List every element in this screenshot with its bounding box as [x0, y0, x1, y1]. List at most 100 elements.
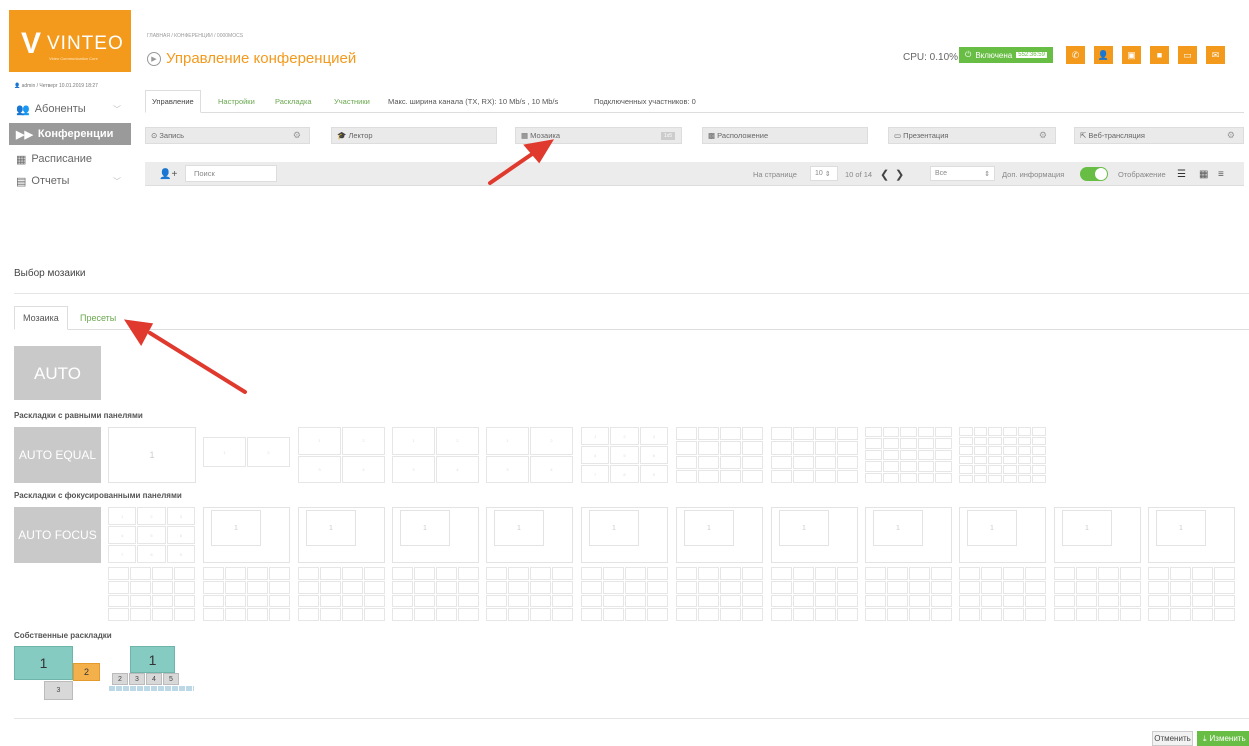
gear-icon[interactable]: ⚙ — [1227, 130, 1235, 141]
layout-cell — [581, 567, 602, 580]
mosaic-panel[interactable]: ▦ Мозаика 1x5 — [515, 127, 682, 144]
save-button[interactable]: ▣ — [1122, 46, 1141, 64]
layout-thumbnail[interactable] — [1148, 567, 1235, 621]
phone-icon: ✆ — [1071, 49, 1080, 60]
layout-cell — [882, 461, 900, 472]
tab-settings[interactable]: Настройки — [212, 90, 261, 113]
layout-cell — [436, 608, 457, 621]
layout-cell — [917, 427, 935, 438]
custom-layouts-title: Собственные раскладки — [14, 631, 112, 640]
custom-layout-1-panel[interactable]: 2 — [73, 663, 100, 681]
custom-layout-2-panel[interactable]: 4 — [146, 673, 162, 685]
sidebar-item-subscribers[interactable]: 👥 Абоненты ﹀ — [9, 98, 131, 120]
layout-thumbnail[interactable] — [771, 427, 858, 483]
layout-thumbnail[interactable] — [486, 567, 573, 621]
layout-thumbnail[interactable]: 123 456 789 — [108, 507, 195, 563]
compact-view-icon[interactable]: ≡ — [1218, 166, 1224, 183]
status-badge[interactable]: ⏻ Включена 552:36:59 — [959, 47, 1053, 63]
layout-cell — [152, 580, 173, 594]
custom-layout-2-panel[interactable]: 5 — [163, 673, 179, 685]
layout-cell — [1025, 580, 1046, 594]
phone-button[interactable]: ✆ — [1066, 46, 1085, 64]
auto-layout[interactable]: AUTO — [14, 346, 101, 400]
vinteo-logo[interactable]: V VINTEO Video Communication Core — [9, 10, 131, 72]
next-page-icon[interactable]: ❯ — [895, 166, 904, 183]
connected-info: Подключенных участников: 0 — [594, 97, 696, 106]
layout-thumbnail[interactable] — [298, 567, 385, 621]
layout-cell — [1170, 567, 1191, 580]
layout-cell — [392, 608, 413, 621]
layout-cell — [959, 446, 973, 455]
custom-layout-2-panel[interactable]: 2 — [112, 673, 128, 685]
tab-presets[interactable]: Пресеты — [72, 306, 124, 330]
search-input[interactable]: Поиск — [185, 165, 277, 182]
record-panel[interactable]: ⊙ Запись ⚙ — [145, 127, 310, 144]
custom-layout-1-main[interactable]: 1 — [14, 646, 73, 680]
custom-layout-2-panel[interactable]: 3 — [129, 673, 145, 685]
grid-view-icon[interactable]: ▦ — [1199, 166, 1208, 183]
focus-layouts-title: Раскладки с фокусированными панелями — [14, 491, 182, 500]
tab-mosaic[interactable]: Мозаика — [14, 306, 68, 330]
apply-button[interactable]: ⤓ Изменить — [1197, 731, 1249, 746]
user-info[interactable]: 👤 admin / Четверг 10.01.2019 18:27 — [14, 83, 98, 89]
layout-thumbnail[interactable]: 1234 — [392, 427, 479, 483]
mail-button[interactable]: ✉ — [1206, 46, 1225, 64]
layout-thumbnail[interactable] — [959, 567, 1046, 621]
layout-thumbnail[interactable] — [959, 427, 1046, 483]
layout-thumbnail[interactable]: 1234 — [298, 427, 385, 483]
layout-cell — [320, 594, 341, 608]
webcast-panel[interactable]: ⇱ Веб-трансляция ⚙ — [1074, 127, 1244, 144]
sidebar-item-schedule[interactable]: ▦ Расписание — [9, 148, 131, 170]
layout-thumbnail[interactable] — [108, 567, 195, 621]
lector-panel[interactable]: 🎓 Лектор — [331, 127, 497, 144]
auto-equal-layout[interactable]: AUTO EQUAL — [14, 427, 101, 483]
layout-thumbnail[interactable] — [676, 567, 763, 621]
presentation-panel[interactable]: ▭ Презентация ⚙ — [888, 127, 1056, 144]
layout-cell — [1017, 455, 1032, 464]
tab-management[interactable]: Управление — [145, 90, 201, 113]
layout-cell — [959, 608, 980, 621]
layout-thumbnail[interactable]: 12 — [203, 437, 290, 467]
layout-thumbnail[interactable]: 1234 — [486, 427, 573, 483]
sidebar-item-reports[interactable]: ▤ Отчеты ﹀ — [9, 170, 131, 192]
layout-thumbnail[interactable] — [581, 567, 668, 621]
layout-thumbnail[interactable] — [676, 427, 763, 483]
layout-cell — [981, 608, 1002, 621]
video-button[interactable]: ■ — [1150, 46, 1169, 64]
layout-thumbnail[interactable] — [1054, 567, 1141, 621]
gear-icon[interactable]: ⚙ — [1039, 130, 1047, 141]
per-page-select[interactable]: 10 ⇕ — [810, 166, 838, 181]
layout-cell — [931, 594, 952, 608]
auto-focus-layout[interactable]: AUTO FOCUS — [14, 507, 101, 563]
layout-thumbnail[interactable] — [771, 567, 858, 621]
layout-cell — [436, 594, 457, 608]
layout-thumbnail[interactable] — [203, 567, 290, 621]
sidebar-item-conferences[interactable]: ▶▶ Конференции — [9, 123, 131, 145]
add-user-icon[interactable]: 👤+ — [159, 166, 177, 183]
layout-cell — [247, 580, 268, 594]
add-participant-button[interactable]: 👤 — [1094, 46, 1113, 64]
layout-thumbnail[interactable] — [865, 567, 952, 621]
custom-layout-1-panel[interactable]: 3 — [44, 681, 73, 700]
scope-select[interactable]: Все ⇕ — [930, 166, 995, 181]
tab-layout[interactable]: Раскладка — [269, 90, 318, 113]
gear-icon[interactable]: ⚙ — [293, 130, 301, 141]
custom-layout-2-main[interactable]: 1 — [130, 646, 175, 673]
layout-focus-cell: 1 — [684, 510, 734, 546]
layout-thumbnail[interactable] — [392, 567, 479, 621]
cancel-button[interactable]: Отменить — [1152, 731, 1193, 746]
status-label: Включена — [975, 50, 1013, 60]
layout-thumbnail[interactable] — [865, 427, 952, 483]
layout-thumbnail[interactable]: 123 456 789 — [581, 427, 668, 483]
screen-button[interactable]: ▭ — [1178, 46, 1197, 64]
layout-cell — [174, 567, 195, 580]
list-view-icon[interactable]: ☰ — [1177, 166, 1186, 183]
layout-cell — [1120, 608, 1141, 621]
breadcrumb[interactable]: ГЛАВНАЯ / КОНФЕРЕНЦИИ / 0000MOCS — [147, 33, 243, 39]
prev-page-icon[interactable]: ❮ — [880, 166, 889, 183]
layout-cell — [959, 465, 973, 474]
tab-participants[interactable]: Участники — [328, 90, 376, 113]
layout-thumbnail[interactable]: 1 — [108, 427, 196, 483]
extra-info-toggle[interactable] — [1080, 167, 1108, 181]
layout-panel[interactable]: ▩ Расположение — [702, 127, 868, 144]
